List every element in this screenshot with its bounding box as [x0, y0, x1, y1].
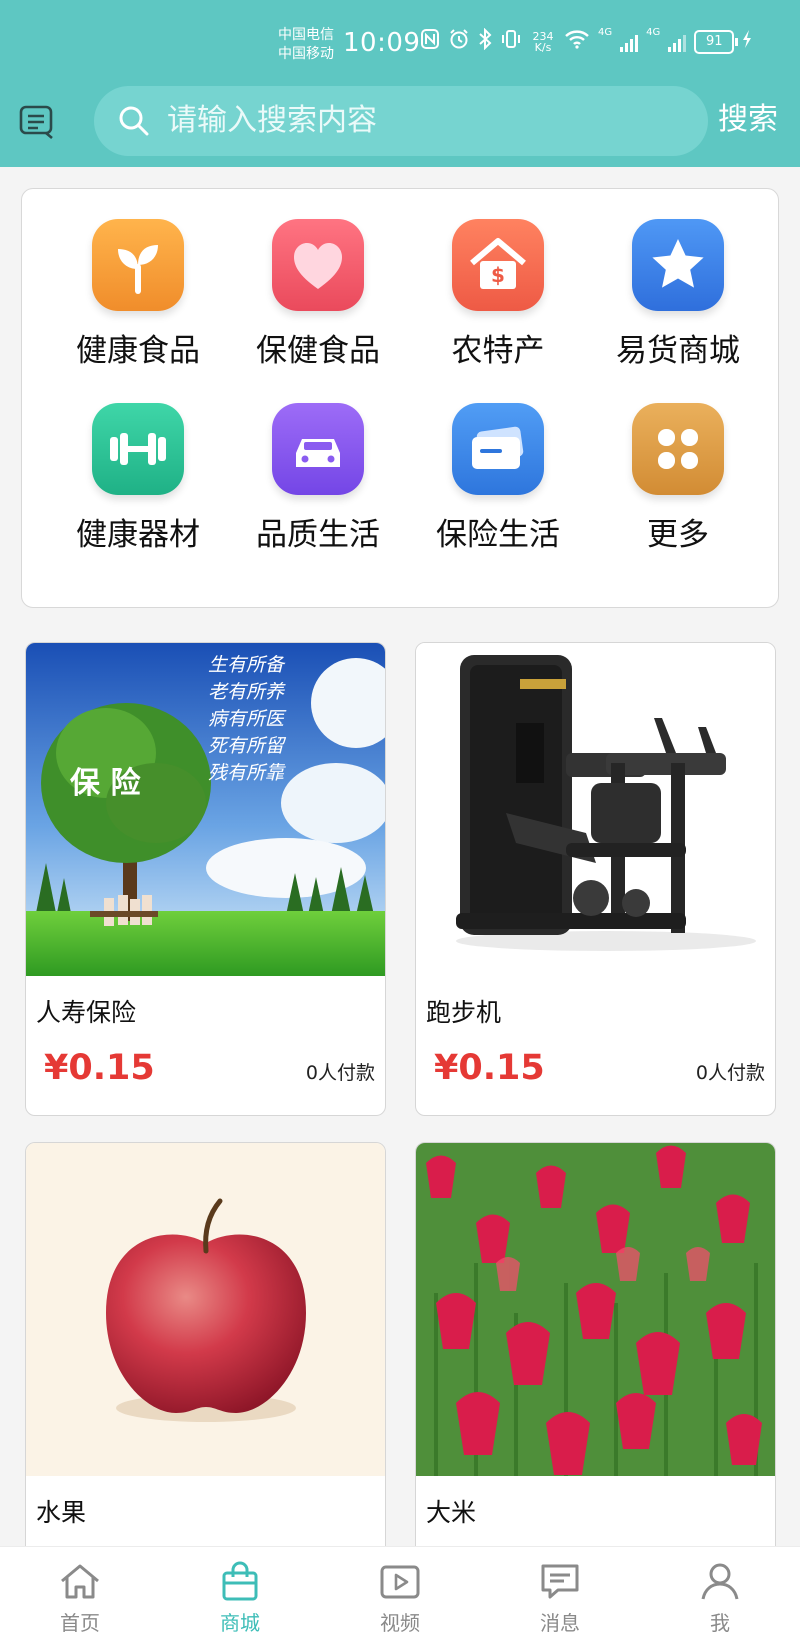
category-quality-life[interactable]: 品质生活 — [223, 403, 413, 555]
grid-icon — [632, 403, 724, 495]
image-slogan-1: 生有所备 — [208, 654, 286, 676]
bluetooth-icon — [478, 27, 492, 55]
product-card-fruit[interactable]: 水果 — [25, 1142, 386, 1572]
product-image-insurance: 保 险 生有所备 老有所养 病有所医 死有所留 残有所靠 — [26, 643, 385, 976]
product-sales: 0人付款 — [695, 1062, 765, 1084]
image-slogan-5: 残有所靠 — [208, 762, 286, 784]
network-speed: 234 K/s — [530, 31, 556, 53]
category-barter-mall[interactable]: 易货商城 — [583, 219, 773, 371]
product-sales: 0人付款 — [305, 1062, 375, 1084]
image-slogan-2: 老有所养 — [208, 681, 286, 703]
signal-icon-2 — [668, 32, 687, 52]
category-label: 更多 — [647, 517, 709, 553]
product-price: ¥0.15 — [44, 1048, 155, 1088]
category-label: 健康食品 — [76, 333, 200, 369]
category-label: 易货商城 — [616, 333, 740, 369]
category-label: 农特产 — [451, 333, 545, 369]
message-icon — [541, 1564, 579, 1599]
network-type-1: 4G — [598, 27, 613, 38]
charging-icon — [742, 29, 752, 54]
network-type-2: 4G — [646, 27, 661, 38]
category-care-food[interactable]: 保健食品 — [223, 219, 413, 371]
product-name: 大米 — [426, 1498, 477, 1527]
carrier-names: 中国电信 中国移动 — [278, 26, 334, 64]
product-name: 人寿保险 — [36, 998, 137, 1027]
category-label: 保健食品 — [256, 333, 380, 369]
tab-messages[interactable]: 消息 — [510, 1561, 610, 1636]
status-icons: 234 K/s 4G 4G 91 — [420, 28, 752, 55]
category-label: 品质生活 — [256, 517, 380, 553]
tab-label: 商城 — [220, 1611, 260, 1635]
image-overlay-text: 保 险 — [70, 766, 141, 801]
battery-level: 91 — [705, 33, 723, 49]
net-speed-value: 234 — [532, 29, 554, 43]
tab-label: 消息 — [540, 1611, 580, 1635]
dumbbell-icon — [92, 403, 184, 495]
car-icon — [272, 403, 364, 495]
house-dollar-icon: $ — [452, 219, 544, 311]
tab-label: 我 — [710, 1611, 730, 1635]
tab-label: 视频 — [380, 1611, 420, 1635]
bottom-tab-bar: 首页 商城 视频 消息 我 — [0, 1546, 800, 1651]
product-name: 水果 — [36, 1498, 87, 1527]
product-card-insurance[interactable]: 保 险 生有所备 老有所养 病有所医 死有所留 残有所靠 人寿保险 ¥0.15 … — [25, 642, 386, 1116]
vibrate-icon — [500, 28, 522, 55]
category-health-equipment[interactable]: 健康器材 — [43, 403, 233, 555]
nfc-icon — [420, 28, 440, 55]
user-icon — [701, 1563, 739, 1600]
search-button[interactable]: 搜索 — [718, 98, 778, 142]
category-more[interactable]: 更多 — [583, 403, 773, 555]
search-icon — [116, 103, 152, 139]
signal-icon-1 — [620, 32, 639, 52]
product-name: 跑步机 — [426, 998, 502, 1027]
heart-icon — [272, 219, 364, 311]
product-card-treadmill[interactable]: 跑步机 ¥0.15 0人付款 — [415, 642, 776, 1116]
category-label: 保险生活 — [436, 517, 560, 553]
search-input[interactable]: 请输入搜索内容 — [94, 86, 708, 156]
alarm-icon — [448, 28, 470, 55]
star-icon — [632, 219, 724, 311]
category-specialty[interactable]: $ 农特产 — [403, 219, 593, 371]
sprout-icon — [92, 219, 184, 311]
tab-label: 首页 — [60, 1611, 100, 1635]
product-card-rice[interactable]: 大米 — [415, 1142, 776, 1572]
product-image-treadmill — [416, 643, 775, 976]
home-icon — [61, 1564, 99, 1599]
category-label: 健康器材 — [76, 517, 200, 553]
status-time: 10:09 — [343, 28, 421, 58]
top-header: 中国电信 中国移动 10:09 234 K/s 4G 4G 91 请输入搜索内容… — [0, 0, 800, 167]
product-image-rice — [416, 1143, 775, 1476]
carrier-2: 中国移动 — [278, 46, 334, 62]
wifi-icon — [564, 29, 590, 54]
card-icon — [452, 403, 544, 495]
category-health-food[interactable]: 健康食品 — [43, 219, 233, 371]
status-bar: 中国电信 中国移动 10:09 234 K/s 4G 4G 91 — [0, 22, 800, 68]
tab-me[interactable]: 我 — [670, 1561, 770, 1636]
search-placeholder: 请输入搜索内容 — [167, 103, 377, 138]
product-image-fruit — [26, 1143, 385, 1476]
svg-text:$: $ — [491, 263, 505, 287]
tab-mall[interactable]: 商城 — [190, 1561, 290, 1636]
tab-home[interactable]: 首页 — [30, 1561, 130, 1636]
category-panel: 健康食品 保健食品 $ 农特产 易货商城 健康器材 品质生活 保险生活 更多 — [21, 188, 779, 608]
net-speed-unit: K/s — [534, 40, 552, 54]
image-slogan-3: 病有所医 — [208, 708, 287, 730]
carrier-1: 中国电信 — [278, 27, 334, 43]
product-price: ¥0.15 — [434, 1048, 545, 1088]
tab-video[interactable]: 视频 — [350, 1561, 450, 1636]
menu-list-icon[interactable] — [18, 104, 56, 140]
video-icon — [380, 1565, 420, 1599]
shopping-bag-icon — [222, 1561, 258, 1601]
image-slogan-4: 死有所留 — [208, 735, 287, 757]
battery-icon: 91 — [694, 29, 739, 54]
category-insurance-life[interactable]: 保险生活 — [403, 403, 593, 555]
